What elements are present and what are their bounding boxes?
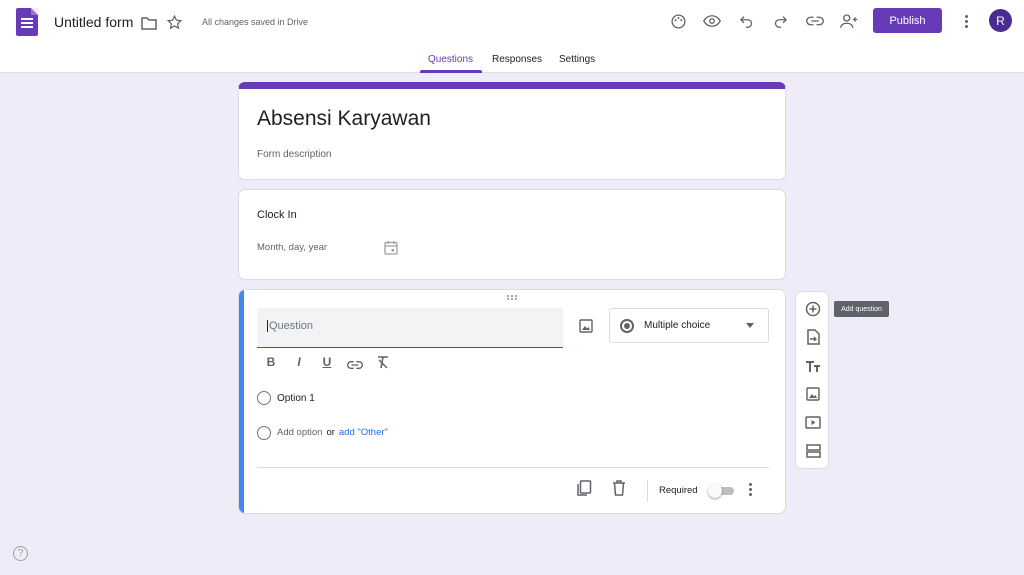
add-image-icon[interactable] bbox=[579, 319, 593, 338]
active-card-indicator bbox=[239, 290, 244, 513]
form-title-heading[interactable]: Absensi Karyawan bbox=[257, 107, 431, 131]
italic-button[interactable]: I bbox=[291, 355, 307, 369]
question-editor-card[interactable]: Question Multiple choice B I U Option 1 … bbox=[238, 289, 786, 514]
drag-handle-icon[interactable] bbox=[507, 295, 518, 300]
redo-icon[interactable] bbox=[770, 11, 790, 31]
chevron-down-icon bbox=[746, 323, 754, 328]
add-image-icon[interactable] bbox=[803, 384, 823, 404]
required-label: Required bbox=[659, 485, 698, 496]
star-icon[interactable] bbox=[166, 14, 183, 36]
link-icon[interactable] bbox=[347, 358, 363, 372]
help-icon[interactable]: ? bbox=[13, 546, 28, 561]
add-video-icon[interactable] bbox=[803, 412, 823, 432]
add-option-row: Add option or add "Other" bbox=[277, 427, 388, 438]
question-toolbar bbox=[795, 291, 829, 469]
duplicate-icon[interactable] bbox=[576, 480, 592, 502]
palette-icon[interactable] bbox=[668, 11, 688, 31]
required-toggle[interactable] bbox=[708, 484, 736, 498]
clear-format-icon[interactable] bbox=[375, 356, 391, 372]
more-options-icon[interactable] bbox=[749, 483, 752, 496]
tab-settings[interactable]: Settings bbox=[559, 54, 595, 73]
question-input[interactable]: Question bbox=[257, 308, 563, 348]
folder-icon[interactable] bbox=[141, 16, 157, 35]
or-text: or bbox=[326, 427, 335, 438]
form-title[interactable]: Untitled form bbox=[54, 14, 133, 30]
add-option-radio bbox=[257, 426, 271, 440]
divider bbox=[257, 467, 769, 468]
option-radio bbox=[257, 391, 271, 405]
add-section-icon[interactable] bbox=[803, 441, 823, 461]
app-header: Untitled form All changes saved in Drive… bbox=[0, 0, 1024, 73]
avatar[interactable]: R bbox=[989, 9, 1012, 32]
undo-icon[interactable] bbox=[736, 11, 756, 31]
more-options-icon[interactable] bbox=[957, 11, 975, 31]
form-description-field[interactable]: Form description bbox=[257, 149, 331, 160]
delete-icon[interactable] bbox=[612, 480, 626, 501]
add-question-icon[interactable] bbox=[803, 299, 823, 319]
forms-logo-icon[interactable] bbox=[16, 8, 38, 36]
form-header-card: Absensi Karyawan Form description bbox=[238, 82, 786, 180]
preview-eye-icon[interactable] bbox=[702, 11, 722, 31]
active-tab-indicator bbox=[420, 70, 482, 73]
tab-responses[interactable]: Responses bbox=[492, 54, 542, 73]
underline-button[interactable]: U bbox=[319, 355, 335, 369]
add-collaborator-icon[interactable] bbox=[839, 11, 859, 31]
calendar-icon bbox=[384, 240, 398, 260]
question-card-clock-in[interactable]: Clock In Month, day, year bbox=[238, 189, 786, 280]
import-questions-icon[interactable] bbox=[803, 327, 823, 347]
bold-button[interactable]: B bbox=[263, 355, 279, 369]
question-placeholder: Question bbox=[269, 320, 314, 332]
save-status: All changes saved in Drive bbox=[202, 17, 309, 27]
footer-divider bbox=[647, 480, 648, 502]
option-1-label[interactable]: Option 1 bbox=[277, 393, 315, 404]
question-type-label: Multiple choice bbox=[644, 320, 711, 331]
link-icon[interactable] bbox=[805, 11, 825, 31]
question-title: Clock In bbox=[257, 209, 297, 221]
tab-bar: Questions Responses Settings bbox=[0, 54, 1024, 73]
question-type-dropdown[interactable]: Multiple choice bbox=[609, 308, 769, 343]
add-question-tooltip: Add question bbox=[834, 301, 889, 317]
radio-button-icon bbox=[620, 318, 634, 333]
publish-button[interactable]: Publish bbox=[873, 8, 942, 33]
date-placeholder: Month, day, year bbox=[257, 242, 328, 253]
add-option-link[interactable]: Add option bbox=[277, 427, 322, 438]
add-other-link[interactable]: add "Other" bbox=[339, 427, 388, 438]
add-title-icon[interactable] bbox=[803, 356, 823, 376]
